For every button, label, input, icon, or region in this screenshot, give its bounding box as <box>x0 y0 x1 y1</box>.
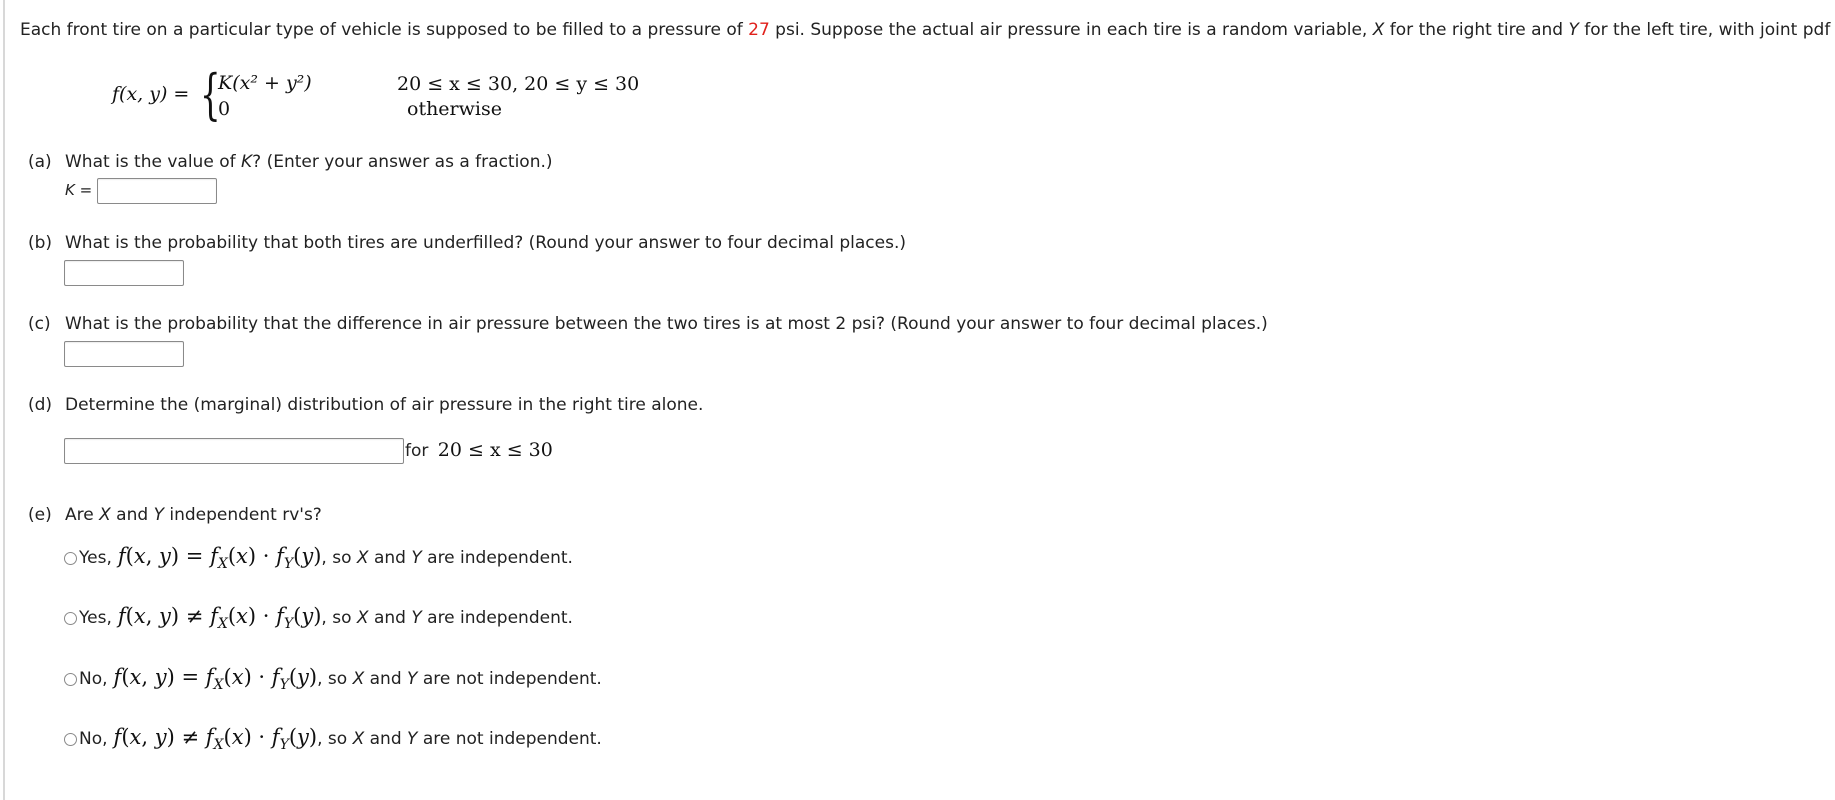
formula-case2-expression: 0 <box>218 98 231 120</box>
formula-case2-condition: otherwise <box>407 98 502 120</box>
option-lead: No, <box>79 729 108 750</box>
intro-text: psi. Suppose the actual air pressure in … <box>769 20 1373 40</box>
k-input-label: K = <box>65 181 93 199</box>
radio-button[interactable] <box>64 672 77 686</box>
independence-option-4[interactable]: No, f(x, y) ≠ fX(x) · fY(y) , so X and Y… <box>64 725 602 753</box>
part-c-question: (c) What is the probability that the diff… <box>28 314 1268 334</box>
option-equation: f(x, y) ≠ fX(x) · fY(y) <box>113 725 318 754</box>
radio-button[interactable] <box>64 611 77 625</box>
part-c-label: (c) <box>28 314 51 334</box>
underfilled-probability-input[interactable] <box>64 260 184 286</box>
independence-option-1[interactable]: Yes, f(x, y) = fX(x) · fY(y) , so X and … <box>64 544 573 572</box>
option-tail: , so X and Y are not independent. <box>317 669 602 690</box>
option-tail: , so X and Y are independent. <box>321 608 573 629</box>
independence-option-2[interactable]: Yes, f(x, y) ≠ fX(x) · fY(y) , so X and … <box>64 604 573 632</box>
question-page: Each front tire on a particular type of … <box>0 0 1835 800</box>
option-equation: f(x, y) ≠ fX(x) · fY(y) <box>117 604 322 633</box>
formula-case1-expression: K(x² + y²) <box>218 72 312 94</box>
variable-k: K <box>241 152 253 172</box>
part-b-question: (b) What is the probability that both tir… <box>28 233 907 253</box>
formula-case1-condition: 20 ≤ x ≤ 30, 20 ≤ y ≤ 30 <box>397 73 640 95</box>
part-d-label: (d) <box>28 395 53 415</box>
option-tail: , so X and Y are not independent. <box>317 729 602 750</box>
intro-text: for the left tire, with joint pdf <box>1578 20 1831 40</box>
option-lead: Yes, <box>79 548 112 569</box>
pressure-value: 27 <box>748 20 770 40</box>
part-e-label: (e) <box>28 505 52 525</box>
formula-lhs: f(x, y) = <box>112 83 190 105</box>
radio-button[interactable] <box>64 551 77 565</box>
marginal-distribution-input[interactable] <box>64 438 404 464</box>
problem-statement: Each front tire on a particular type of … <box>20 20 1830 40</box>
part-a-question: (a) What is the value of K? (Enter your a… <box>28 152 553 172</box>
option-lead: Yes, <box>79 608 112 629</box>
variable-x: X <box>1372 20 1385 40</box>
marginal-domain-label: for 20 ≤ x ≤ 30 <box>405 439 553 461</box>
left-border-divider <box>3 0 5 800</box>
part-d-question: (d) Determine the (marginal) distribution… <box>28 395 704 415</box>
option-equation: f(x, y) = fX(x) · fY(y) <box>113 665 318 694</box>
variable-y: Y <box>1568 20 1579 40</box>
option-lead: No, <box>79 669 108 690</box>
option-tail: , so X and Y are independent. <box>321 548 573 569</box>
part-e-question: (e) Are X and Y independent rv's? <box>28 505 322 525</box>
k-value-input[interactable] <box>97 178 217 204</box>
part-a-label: (a) <box>28 152 52 172</box>
radio-button[interactable] <box>64 732 77 746</box>
pressure-difference-probability-input[interactable] <box>64 341 184 367</box>
intro-text: Each front tire on a particular type of … <box>20 20 749 40</box>
independence-option-3[interactable]: No, f(x, y) = fX(x) · fY(y) , so X and Y… <box>64 665 602 693</box>
intro-text: for the right tire and <box>1384 20 1569 40</box>
part-b-label: (b) <box>28 233 53 253</box>
option-equation: f(x, y) = fX(x) · fY(y) <box>117 544 322 573</box>
